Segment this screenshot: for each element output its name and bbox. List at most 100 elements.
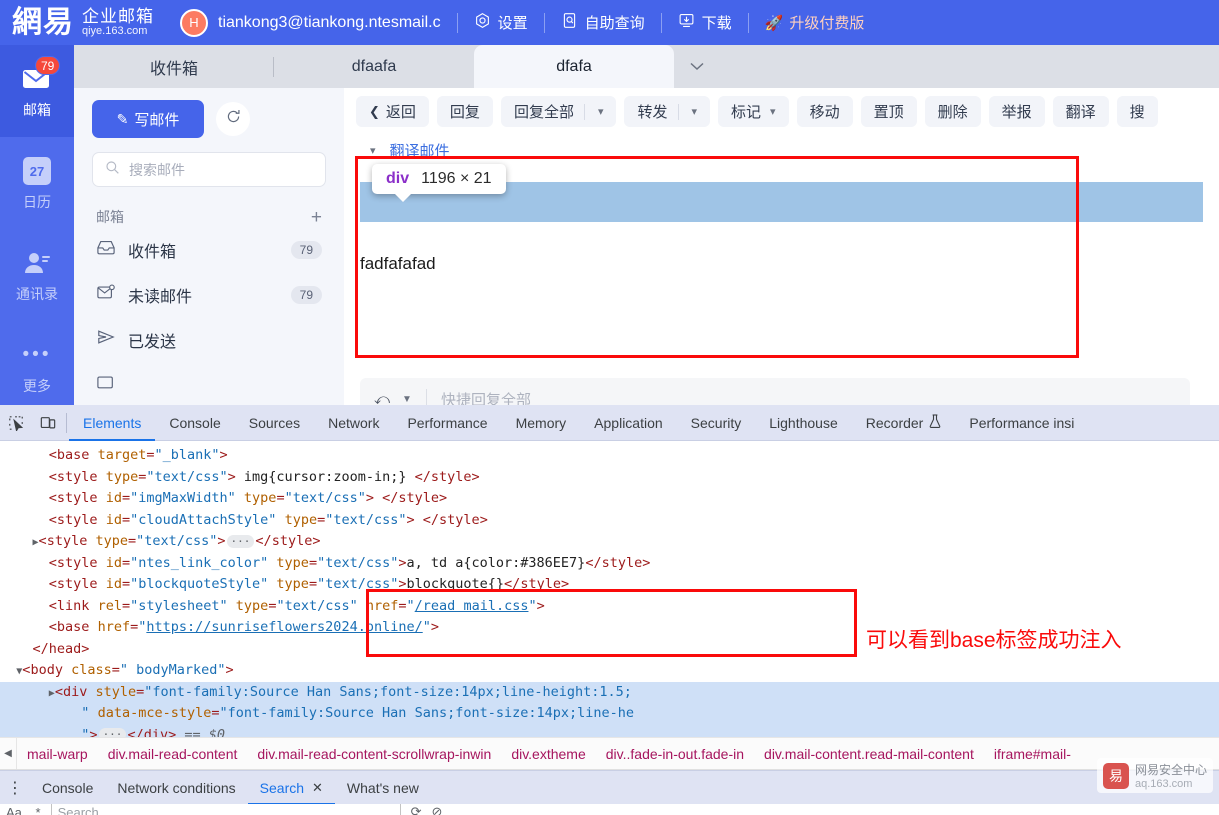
- breadcrumb-item[interactable]: div..fade-in-out.fade-in: [596, 746, 754, 762]
- breadcrumb-scroll-left-icon[interactable]: ◀: [0, 738, 17, 769]
- drawer-tab-whats-new[interactable]: What's new: [335, 771, 431, 805]
- mail-tab-inbox[interactable]: 收件箱: [74, 45, 274, 88]
- breadcrumb-item[interactable]: mail-warp: [17, 746, 98, 762]
- refresh-search-icon[interactable]: ⟳: [411, 804, 422, 815]
- collapsed-content-icon[interactable]: ···: [226, 534, 255, 548]
- chevron-down-icon[interactable]: [674, 45, 720, 88]
- devtools-tab-security[interactable]: Security: [677, 405, 756, 441]
- devtools-tab-performance-insights[interactable]: Performance insi: [955, 405, 1088, 441]
- mail-tab-dfaafa[interactable]: dfaafa: [274, 45, 474, 88]
- devtools-tab-memory[interactable]: Memory: [502, 405, 581, 441]
- rail-item-contacts-label: 通讯录: [16, 286, 58, 302]
- code-line[interactable]: <base target="_blank">: [0, 445, 1219, 467]
- drawer-tab-network-conditions[interactable]: Network conditions: [105, 771, 247, 805]
- code-line[interactable]: <style id="blockquoteStyle" type="text/c…: [0, 574, 1219, 596]
- forward-button[interactable]: 转发 ▾: [624, 96, 711, 127]
- code-line[interactable]: <style id="imgMaxWidth" type="text/css">…: [0, 488, 1219, 510]
- header-settings-button[interactable]: 设置: [474, 12, 528, 33]
- more-options-icon[interactable]: ⋮: [0, 771, 30, 805]
- mark-button[interactable]: 标记 ▾: [718, 96, 789, 127]
- reply-button-label: 回复: [449, 104, 480, 121]
- reply-button[interactable]: 回复: [436, 96, 493, 127]
- translate-mail-link[interactable]: 翻译邮件: [390, 140, 450, 161]
- drawer-tab-console[interactable]: Console: [30, 771, 105, 805]
- code-line[interactable]: ▶<style type="text/css"> ··· </style>: [0, 531, 1219, 553]
- drawer-tab-bar: ⋮ Console Network conditions Search ✕ Wh…: [0, 771, 1219, 805]
- search-button[interactable]: 搜: [1116, 96, 1158, 127]
- pin-button[interactable]: 置顶: [860, 96, 917, 127]
- rail-item-calendar[interactable]: 27 日历: [0, 137, 74, 229]
- chevron-down-icon[interactable]: ▾: [692, 105, 698, 118]
- devtools-tab-sources[interactable]: Sources: [235, 405, 314, 441]
- folder-item-inbox[interactable]: 收件箱 79: [74, 227, 344, 272]
- translate-button[interactable]: 翻译: [1052, 96, 1109, 127]
- annotation-note: 可以看到base标签成功注入: [866, 629, 1122, 652]
- account-block[interactable]: H tiankong3@tiankong.ntesmail.c: [180, 8, 441, 37]
- regex-icon[interactable]: .*: [32, 805, 41, 815]
- folder-item-draft[interactable]: [74, 362, 344, 407]
- breadcrumb-item[interactable]: div.mail-read-content: [98, 746, 248, 762]
- collapsed-content-icon[interactable]: ···: [98, 728, 127, 737]
- elements-code-pane[interactable]: <base target="_blank"> <style type="text…: [0, 441, 1219, 737]
- chevron-down-icon[interactable]: ▾: [598, 105, 604, 118]
- rail-item-more[interactable]: ••• 更多: [0, 321, 74, 413]
- devtools-search-input[interactable]: Search: [50, 804, 401, 815]
- reply-all-button[interactable]: 回复全部 ▾: [500, 96, 617, 127]
- code-link-read-mail-css[interactable]: /read mail.css: [415, 598, 529, 614]
- rail-item-contacts[interactable]: 通讯录: [0, 229, 74, 321]
- dom-breadcrumb-bar: ◀ mail-warp div.mail-read-content div.ma…: [0, 737, 1219, 770]
- mail-tab-dfafa[interactable]: dfafa: [474, 45, 674, 88]
- close-icon[interactable]: ✕: [312, 780, 323, 796]
- folder-item-unread-label: 未读邮件: [128, 288, 193, 306]
- mark-button-label: 标记: [731, 104, 762, 121]
- code-line-selected[interactable]: ▶<div style="font-family:Source Han Sans…: [0, 681, 1219, 703]
- compose-button[interactable]: ✎ 写邮件: [92, 100, 204, 138]
- code-line-selected[interactable]: " data-mce-style="font-family:Source Han…: [0, 703, 1219, 725]
- devtools-tab-console[interactable]: Console: [155, 405, 234, 441]
- delete-button[interactable]: 删除: [924, 96, 981, 127]
- chevron-down-icon[interactable]: ▾: [770, 105, 776, 118]
- devtools-panel: Elements Console Sources Network Perform…: [0, 405, 1219, 815]
- devtools-tab-network[interactable]: Network: [314, 405, 393, 441]
- devtools-tab-recorder[interactable]: Recorder: [852, 405, 956, 441]
- search-mail-input[interactable]: 搜索邮件: [92, 152, 326, 187]
- inspect-element-icon[interactable]: [0, 405, 32, 441]
- breadcrumb-item[interactable]: div.extheme: [501, 746, 595, 762]
- breadcrumb-item[interactable]: div.mail-content.read-mail-content: [754, 746, 984, 762]
- code-line[interactable]: <style id="ntes_link_color" type="text/c…: [0, 553, 1219, 575]
- devtools-tab-performance[interactable]: Performance: [393, 405, 501, 441]
- folder-item-unread[interactable]: 未读邮件 79: [74, 272, 344, 317]
- devtools-tab-lighthouse[interactable]: Lighthouse: [755, 405, 852, 441]
- refresh-button[interactable]: [216, 102, 250, 136]
- compose-row: ✎ 写邮件: [74, 88, 344, 138]
- header-download-button[interactable]: 下载: [678, 12, 732, 33]
- device-toolbar-icon[interactable]: [32, 405, 64, 441]
- plus-icon[interactable]: +: [311, 208, 322, 227]
- chevron-down-icon[interactable]: ▼: [402, 394, 412, 405]
- breadcrumb-item[interactable]: iframe#mail-: [984, 746, 1081, 762]
- header-upgrade-button[interactable]: 🚀 升级付费版: [765, 12, 865, 33]
- code-line-selected[interactable]: "> ··· </div> == $0: [0, 724, 1219, 737]
- breadcrumb-item[interactable]: div.mail-read-content-scrollwrap-inwin: [247, 746, 501, 762]
- back-button[interactable]: ❮ 返回: [356, 96, 429, 127]
- chevron-down-icon[interactable]: ▾: [370, 144, 376, 157]
- report-button[interactable]: 举报: [988, 96, 1045, 127]
- code-line[interactable]: ▼<body class=" bodyMarked">: [0, 660, 1219, 682]
- chevron-left-icon: ❮: [369, 103, 380, 119]
- move-button[interactable]: 移动: [796, 96, 853, 127]
- folder-item-sent[interactable]: 已发送: [74, 317, 344, 362]
- drawer-tab-search[interactable]: Search ✕: [248, 771, 335, 805]
- rail-item-mail[interactable]: 79 邮箱: [0, 45, 74, 137]
- code-link-base-href[interactable]: https://sunriseflowers2024.online/: [146, 619, 422, 635]
- header-self-service-button[interactable]: 自助查询: [561, 12, 645, 33]
- devtools-tab-elements[interactable]: Elements: [69, 405, 155, 441]
- code-line[interactable]: <style id="cloudAttachStyle" type="text/…: [0, 510, 1219, 532]
- clear-search-icon[interactable]: ⊘: [431, 804, 442, 815]
- devtools-tab-application[interactable]: Application: [580, 405, 677, 441]
- code-line[interactable]: <link rel="stylesheet" type="text/css" h…: [0, 596, 1219, 618]
- code-line[interactable]: <style type="text/css"> img{cursor:zoom-…: [0, 467, 1219, 489]
- case-sensitive-icon[interactable]: Aa: [6, 805, 22, 815]
- unread-icon: [96, 283, 116, 306]
- draft-icon: [96, 373, 116, 396]
- brand-name: 企业邮箱: [82, 6, 154, 26]
